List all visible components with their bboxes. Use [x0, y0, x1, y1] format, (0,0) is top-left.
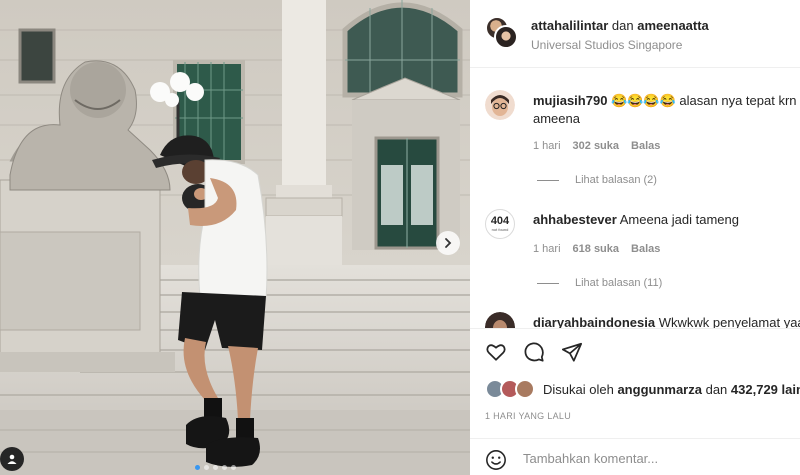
chevron-right-icon — [445, 238, 452, 248]
comment-avatar[interactable]: 404 not found — [485, 209, 515, 239]
replies-divider — [537, 282, 559, 284]
view-replies-button[interactable]: Lihat balasan (11) — [537, 277, 662, 289]
carousel-dot — [213, 465, 218, 470]
avatar-404-text: 404 — [490, 215, 510, 227]
comment-time[interactable]: 1 hari — [533, 140, 561, 152]
view-replies-label[interactable]: Lihat balasan (2) — [575, 174, 657, 186]
add-comment-input[interactable] — [523, 451, 793, 466]
liked-connector: dan — [705, 381, 728, 397]
comment-text: diaryahbaindonesia Wkwkwk penyelamat yaa — [533, 314, 800, 328]
avatar — [485, 90, 515, 120]
carousel-dot — [204, 465, 209, 470]
reply-button[interactable]: Balas — [631, 243, 660, 255]
liked-prefix: Disukai oleh — [543, 381, 614, 397]
comment-icon — [524, 342, 544, 362]
comment-text: ahhabestever Ameena jadi tameng — [533, 211, 800, 229]
add-comment-bar — [470, 438, 800, 475]
comment-body-line2: ameena — [533, 111, 580, 126]
reply-button[interactable]: Balas — [631, 140, 660, 152]
carousel-dot — [231, 465, 236, 470]
author-username[interactable]: ameenaatta — [637, 18, 709, 33]
comment-likes[interactable]: 302 suka — [573, 140, 619, 152]
comment-likes[interactable]: 618 suka — [573, 243, 619, 255]
post-image — [0, 0, 470, 475]
comment-meta: 1 hari 618 suka Balas — [533, 243, 660, 255]
comment-item: diaryahbaindonesia Wkwkwk penyelamat yaa — [470, 312, 800, 328]
liked-others[interactable]: 432,729 lainnya — [731, 382, 800, 397]
liked-user[interactable]: anggunmarza — [617, 382, 702, 397]
avatar — [485, 312, 515, 328]
avatar[interactable] — [494, 25, 518, 49]
replies-divider — [537, 179, 559, 181]
comment-username[interactable]: ahhabestever — [533, 212, 617, 227]
carousel-dot — [222, 465, 227, 470]
heart-icon — [486, 344, 506, 361]
view-replies-button[interactable]: Lihat balasan (2) — [537, 174, 657, 186]
share-button[interactable] — [561, 341, 583, 363]
send-icon — [561, 342, 583, 362]
view-replies-label[interactable]: Lihat balasan (11) — [575, 277, 662, 289]
post-side-panel: attahalilintar dan ameenaatta Universal … — [470, 0, 800, 475]
post-authors: attahalilintar dan ameenaatta — [531, 18, 709, 33]
collab-avatars[interactable] — [485, 16, 519, 50]
like-button[interactable] — [485, 341, 507, 363]
post-time-ago[interactable]: 1 HARI YANG LALU — [485, 411, 571, 421]
action-icons — [485, 341, 583, 363]
avatar-404-subtext: not found — [491, 227, 509, 232]
comment-username[interactable]: mujiasih790 — [533, 93, 607, 108]
avatar — [515, 379, 535, 399]
comment-meta: 1 hari 302 suka Balas — [533, 140, 660, 152]
comment-body: Ameena jadi tameng — [619, 212, 739, 227]
comment-body: Wkwkwk penyelamat yaa — [658, 315, 800, 328]
author-connector: dan — [611, 18, 634, 33]
post-location[interactable]: Universal Studios Singapore — [531, 38, 682, 52]
carousel-dot — [195, 465, 200, 470]
comment-username[interactable]: diaryahbaindonesia — [533, 315, 655, 328]
author-username[interactable]: attahalilintar — [531, 18, 608, 33]
liked-avatars[interactable] — [485, 379, 535, 399]
next-slide-button[interactable] — [436, 231, 460, 255]
user-tags-button[interactable] — [0, 447, 24, 471]
post-actions: Disukai oleh anggunmarza dan 432,729 lai… — [470, 328, 800, 438]
comment-button[interactable] — [523, 341, 545, 363]
comment-text: mujiasih790 😂😂😂😂 alasan nya tepat krn am… — [533, 92, 800, 128]
comment-avatar[interactable] — [485, 312, 515, 328]
comment-time[interactable]: 1 hari — [533, 243, 561, 255]
emoji-button[interactable] — [485, 449, 507, 471]
post-header: attahalilintar dan ameenaatta Universal … — [470, 0, 800, 68]
user-tag-icon — [7, 454, 17, 464]
post-photo[interactable] — [0, 0, 470, 475]
carousel-dots — [195, 465, 236, 470]
liked-by: Disukai oleh anggunmarza dan 432,729 lai… — [485, 379, 800, 399]
comment-avatar[interactable] — [485, 90, 515, 120]
emoji-icon — [486, 450, 506, 470]
comment-body: 😂😂😂😂 alasan nya tepat krn — [611, 93, 797, 108]
